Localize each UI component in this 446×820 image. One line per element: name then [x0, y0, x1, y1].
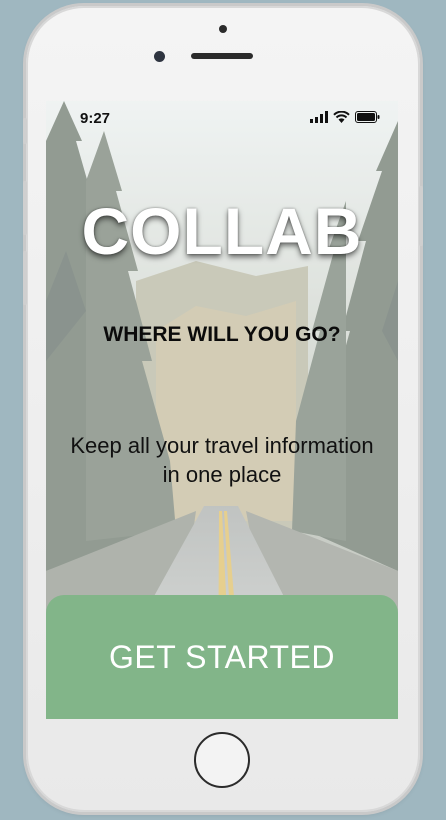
front-camera: [154, 51, 165, 62]
earpiece-speaker: [191, 53, 253, 59]
volume-down-button: [23, 251, 27, 305]
battery-icon: [355, 111, 380, 123]
tagline: WHERE WILL YOU GO?: [103, 323, 341, 346]
power-button: [419, 186, 423, 246]
app-screen: 9:27 COLLAB WHERE WILL YOU GO? Keep all …: [46, 101, 398, 719]
status-icons: [310, 111, 380, 123]
app-logo: COLLAB: [81, 194, 363, 268]
description-text: Keep all your travel information in one …: [70, 433, 374, 487]
wifi-icon: [333, 111, 350, 123]
proximity-sensor: [219, 25, 227, 33]
status-time: 9:27: [80, 110, 111, 127]
volume-up-button: [23, 181, 27, 235]
get-started-button[interactable]: GET STARTED: [46, 595, 398, 719]
home-button[interactable]: [194, 732, 250, 788]
signal-icon: [310, 111, 328, 123]
mute-switch: [23, 118, 27, 144]
